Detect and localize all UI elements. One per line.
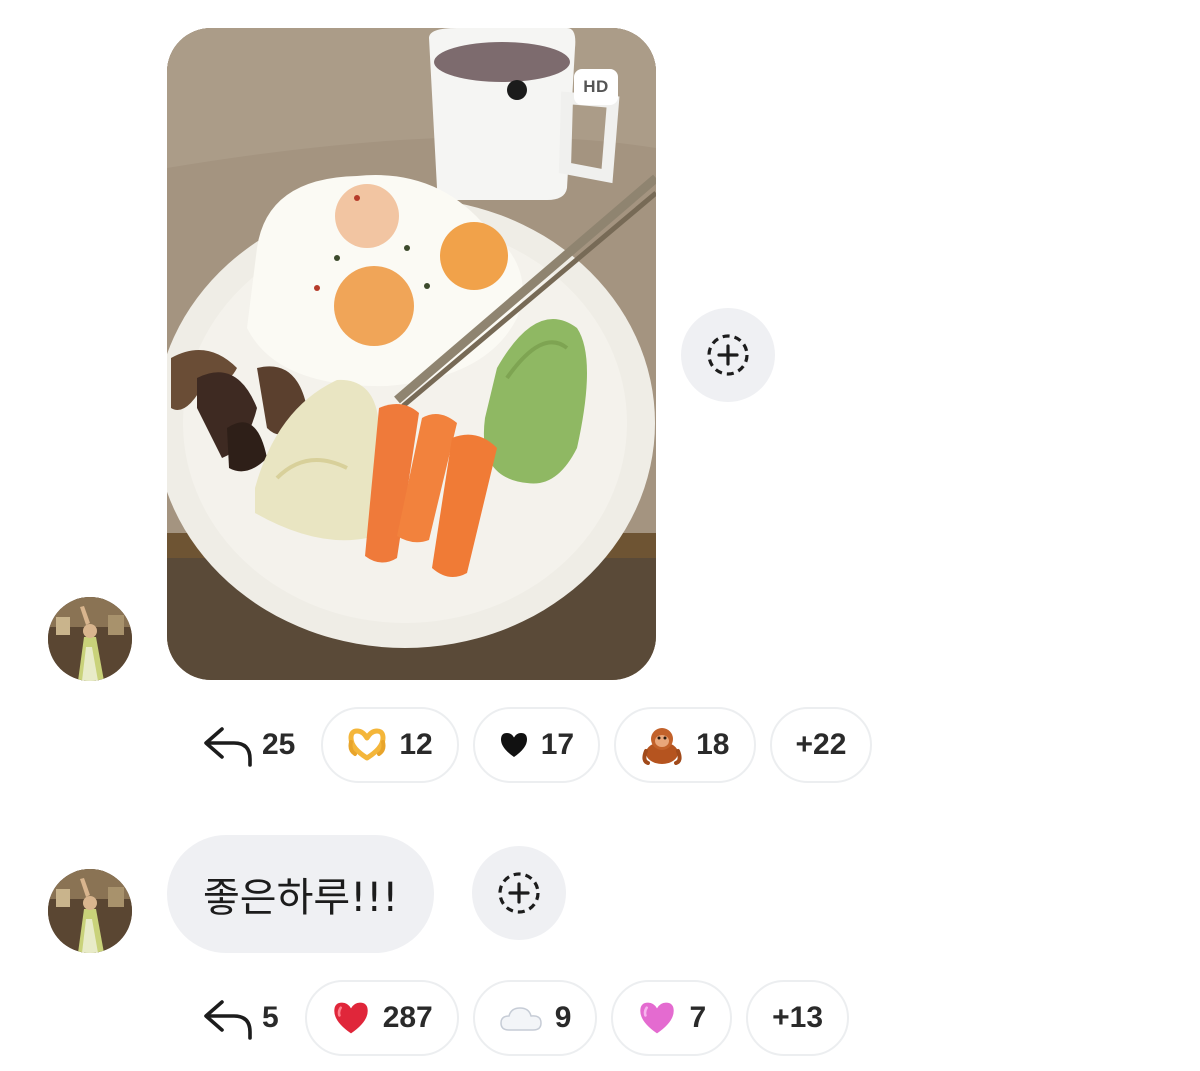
add-reaction-button[interactable] [681, 308, 775, 402]
reaction-count: 7 [689, 1001, 707, 1034]
pink-heart-icon [637, 1000, 677, 1036]
reply-button[interactable]: 5 [200, 979, 279, 1057]
reaction-count: 18 [696, 728, 730, 761]
food-photo-message[interactable]: HD [167, 28, 656, 680]
breakfast-plate-image [167, 28, 656, 680]
reaction-pill-red-heart[interactable]: 287 [304, 980, 459, 1056]
reaction-bar: 25 12 17 18 +22 [200, 706, 873, 784]
red-heart-icon [331, 1000, 371, 1036]
more-reactions-count: +22 [795, 728, 847, 761]
cloud-icon [499, 1004, 543, 1032]
reaction-pill-heart-hands[interactable]: 12 [321, 707, 459, 783]
reaction-pill-orangutan[interactable]: 18 [614, 707, 756, 783]
reaction-count: 9 [554, 1001, 572, 1034]
reaction-count: 12 [399, 728, 433, 761]
more-reactions-pill[interactable]: +13 [746, 980, 850, 1056]
avatar-image [48, 597, 132, 681]
reaction-pill-pink-heart[interactable]: 7 [611, 980, 733, 1056]
reaction-count: 287 [382, 1001, 433, 1034]
reaction-pill-black-heart[interactable]: 17 [472, 707, 601, 783]
sender-avatar[interactable] [48, 869, 132, 953]
avatar-image [48, 869, 132, 953]
add-reaction-icon [498, 872, 540, 914]
heart-hands-icon [347, 728, 387, 762]
more-reactions-pill[interactable]: +22 [769, 707, 873, 783]
text-message-bubble[interactable]: 좋은하루!!! [167, 835, 435, 953]
reply-arrow-icon [204, 727, 252, 767]
add-reaction-button[interactable] [472, 846, 566, 940]
reaction-bar: 5 287 9 7 +13 [200, 979, 850, 1057]
reply-count: 25 [262, 728, 296, 761]
reply-count: 5 [262, 1001, 279, 1034]
sender-avatar[interactable] [48, 597, 132, 681]
message-text: 좋은하루!!! [203, 875, 399, 921]
reaction-count: 17 [540, 728, 575, 761]
orangutan-icon [640, 725, 684, 765]
reply-arrow-icon [204, 1000, 252, 1040]
hd-badge: HD [574, 69, 618, 105]
more-reactions-count: +13 [772, 1001, 824, 1034]
reply-button[interactable]: 25 [200, 706, 295, 784]
black-heart-icon [499, 731, 529, 759]
reaction-pill-cloud[interactable]: 9 [472, 980, 598, 1056]
add-reaction-icon [707, 334, 749, 376]
